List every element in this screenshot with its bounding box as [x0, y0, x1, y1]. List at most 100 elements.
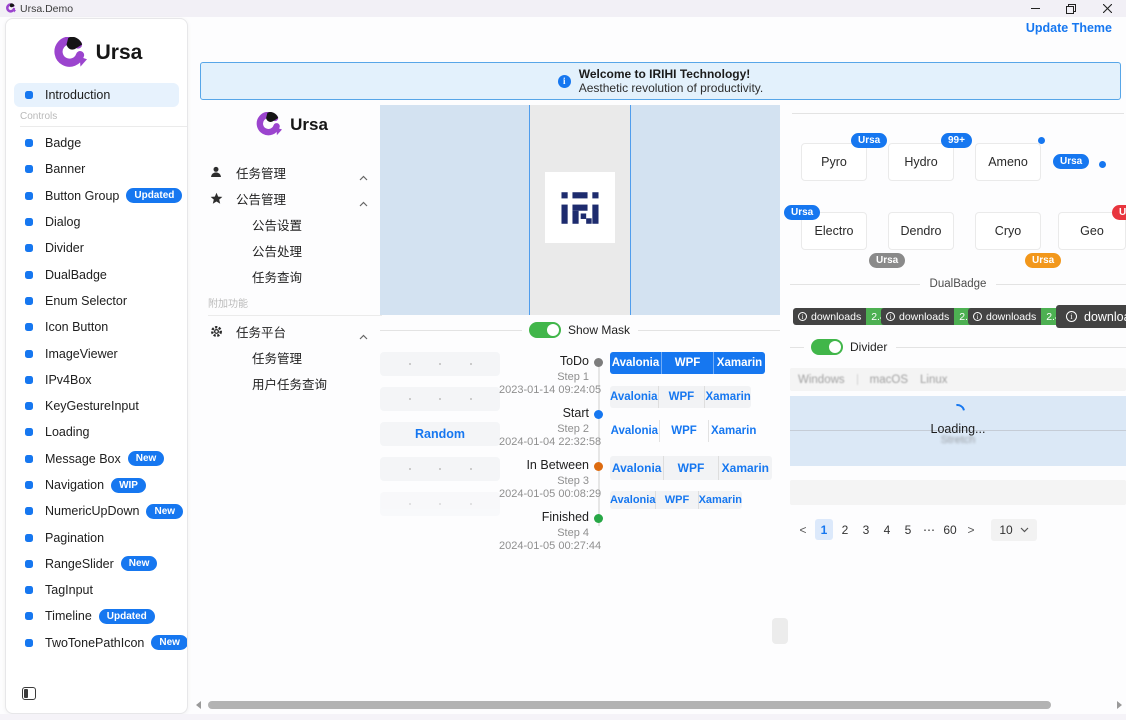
restore-button[interactable]	[1064, 2, 1078, 16]
user-icon	[208, 166, 224, 178]
wpf-button[interactable]: WPF	[656, 491, 698, 509]
wpf-button[interactable]: WPF	[664, 456, 718, 480]
menu-item-task-management[interactable]: 任务管理	[200, 344, 382, 370]
sidebar-item-loading[interactable]: Loading	[6, 419, 187, 445]
button-group-secondary: Avalonia WPF Xamarin	[610, 386, 751, 408]
sidebar-item-button-group[interactable]: Button GroupUpdated	[6, 183, 187, 209]
sidebar-item-imageviewer[interactable]: ImageViewer	[6, 340, 187, 366]
menu-section-extras: 附加功能	[208, 295, 382, 316]
menu-group-task-management[interactable]: 任务管理	[200, 159, 382, 185]
scroll-right-arrow-icon[interactable]	[1117, 701, 1122, 709]
sidebar-item-dualbadge[interactable]: DualBadge	[6, 261, 187, 287]
show-mask-toggle[interactable]	[529, 322, 561, 338]
avalonia-button[interactable]: Avalonia	[610, 456, 664, 480]
menu-item-announcement-settings[interactable]: 公告设置	[200, 211, 382, 237]
pagination-page-2[interactable]: 2	[836, 519, 854, 540]
menu-group-task-platform[interactable]: 任务平台	[200, 318, 382, 344]
demo-navigation-menu: Ursa 任务管理 公告管理 公告设置 公告处理 任务查询 附加功能 任务平台 …	[200, 105, 382, 396]
sidebar-item-enum-selector[interactable]: Enum Selector	[6, 288, 187, 314]
menu-item-user-task-query[interactable]: 用户任务查询	[200, 370, 382, 396]
menu-item-announcement-processing[interactable]: 公告处理	[200, 237, 382, 263]
sidebar-item-label: Enum Selector	[45, 294, 127, 308]
sidebar-item-icon-button[interactable]: Icon Button	[6, 314, 187, 340]
pagination-prev-button[interactable]: <	[794, 519, 812, 540]
bullet-icon	[25, 455, 33, 463]
card-label: Pyro	[821, 155, 847, 169]
menu-group-announcement-management[interactable]: 公告管理	[200, 185, 382, 211]
image-viewer[interactable]	[380, 105, 780, 315]
timeline-time: 2024-01-05 00:27:44	[499, 540, 589, 553]
menu-item-label: 用户任务查询	[252, 374, 327, 393]
pagination-page-3[interactable]: 3	[857, 519, 875, 540]
avalonia-button[interactable]: Avalonia	[610, 420, 660, 442]
skeleton-row	[380, 492, 500, 516]
sidebar-item-dialog[interactable]: Dialog	[6, 209, 187, 235]
xamarin-button[interactable]: Xamarin	[699, 491, 742, 509]
dualbadge-divider-label: DualBadge	[930, 278, 987, 290]
vertical-scrollbar-thumb[interactable]	[772, 618, 788, 644]
sidebar-item-label: ImageViewer	[45, 347, 118, 361]
minimize-button[interactable]	[1028, 2, 1042, 16]
sidebar-item-message-box[interactable]: Message BoxNew	[6, 446, 187, 472]
timeline: ToDo Step 1 2023-01-14 09:24:05 Start St…	[495, 352, 605, 562]
xamarin-button[interactable]: Xamarin	[705, 386, 751, 408]
scroll-left-arrow-icon[interactable]	[196, 701, 201, 709]
avalonia-button[interactable]: Avalonia	[610, 491, 656, 509]
pagination-page-60[interactable]: 60	[941, 519, 959, 540]
sidebar-section-controls: Controls	[20, 111, 187, 127]
tab-linux[interactable]: Linux	[920, 374, 948, 386]
sidebar-item-twotonepathicon[interactable]: TwoTonePathIconNew	[6, 630, 187, 656]
xamarin-button[interactable]: Xamarin	[719, 456, 772, 480]
tab-windows[interactable]: Windows	[798, 374, 845, 386]
sidebar-item-navigation[interactable]: NavigationWIP	[6, 472, 187, 498]
sidebar-item-numericupdown[interactable]: NumericUpDownNew	[6, 498, 187, 524]
sidebar-item-divider[interactable]: Divider	[6, 235, 187, 261]
sidebar-collapse-icon[interactable]	[22, 687, 36, 700]
dual-badge-key: downloads	[1084, 310, 1126, 324]
bullet-icon	[25, 586, 33, 594]
random-button[interactable]: Random	[380, 422, 500, 446]
divider-toggle[interactable]	[811, 339, 843, 355]
bullet-icon	[25, 323, 33, 331]
pagination-page-4[interactable]: 4	[878, 519, 896, 540]
horizontal-scrollbar-thumb[interactable]	[208, 701, 1051, 709]
wpf-button[interactable]: WPF	[662, 352, 714, 374]
sidebar-item-label: Message Box	[45, 452, 121, 466]
avalonia-button[interactable]: Avalonia	[610, 386, 659, 408]
sidebar-item-introduction[interactable]: Introduction	[14, 83, 179, 107]
dual-badge-left: idownloads	[793, 308, 866, 325]
pagination-ellipsis[interactable]: ⋯	[920, 519, 938, 540]
tab-macos[interactable]: macOS	[870, 374, 908, 386]
badge-demo-panel: Pyro Hydro Ameno Ursa 99+ Ursa Electro D…	[790, 105, 1126, 695]
sidebar-item-banner[interactable]: Banner	[6, 156, 187, 182]
card-label: Cryo	[995, 224, 1021, 238]
close-button[interactable]	[1100, 2, 1114, 16]
timeline-time: 2024-01-04 22:32:58	[499, 436, 589, 449]
pagination-page-1[interactable]: 1	[815, 519, 833, 540]
wpf-button[interactable]: WPF	[660, 420, 710, 442]
sidebar-item-badge[interactable]: Badge	[6, 130, 187, 156]
menu-item-task-query[interactable]: 任务查询	[200, 263, 382, 289]
avalonia-button[interactable]: Avalonia	[610, 352, 662, 374]
divider-line	[996, 284, 1126, 285]
sidebar-item-pagination[interactable]: Pagination	[6, 524, 187, 550]
sidebar-item-timeline[interactable]: TimelineUpdated	[6, 603, 187, 629]
wpf-button[interactable]: WPF	[659, 386, 706, 408]
ursa-logo-icon	[254, 112, 282, 138]
sidebar-item-taginput[interactable]: TagInput	[6, 577, 187, 603]
sidebar-item-ipv4box[interactable]: IPv4Box	[6, 367, 187, 393]
ursa-badge-orange: Ursa	[1025, 253, 1061, 268]
sidebar-item-keygestureinput[interactable]: KeyGestureInput	[6, 393, 187, 419]
dual-badge-key: downloads	[899, 311, 949, 323]
pagination-page-5[interactable]: 5	[899, 519, 917, 540]
update-theme-button[interactable]: Update Theme	[1020, 18, 1118, 38]
status-badge: Updated	[99, 609, 155, 624]
tab-bar: Windows macOS Linux	[790, 368, 1126, 391]
page-size-value: 10	[999, 523, 1012, 537]
xamarin-button[interactable]: Xamarin	[714, 352, 765, 374]
pagination-next-button[interactable]: >	[962, 519, 980, 540]
page-size-select[interactable]: 10	[991, 519, 1037, 541]
sidebar-item-label: Banner	[45, 162, 85, 176]
sidebar-item-rangeslider[interactable]: RangeSliderNew	[6, 551, 187, 577]
xamarin-button[interactable]: Xamarin	[709, 420, 758, 442]
